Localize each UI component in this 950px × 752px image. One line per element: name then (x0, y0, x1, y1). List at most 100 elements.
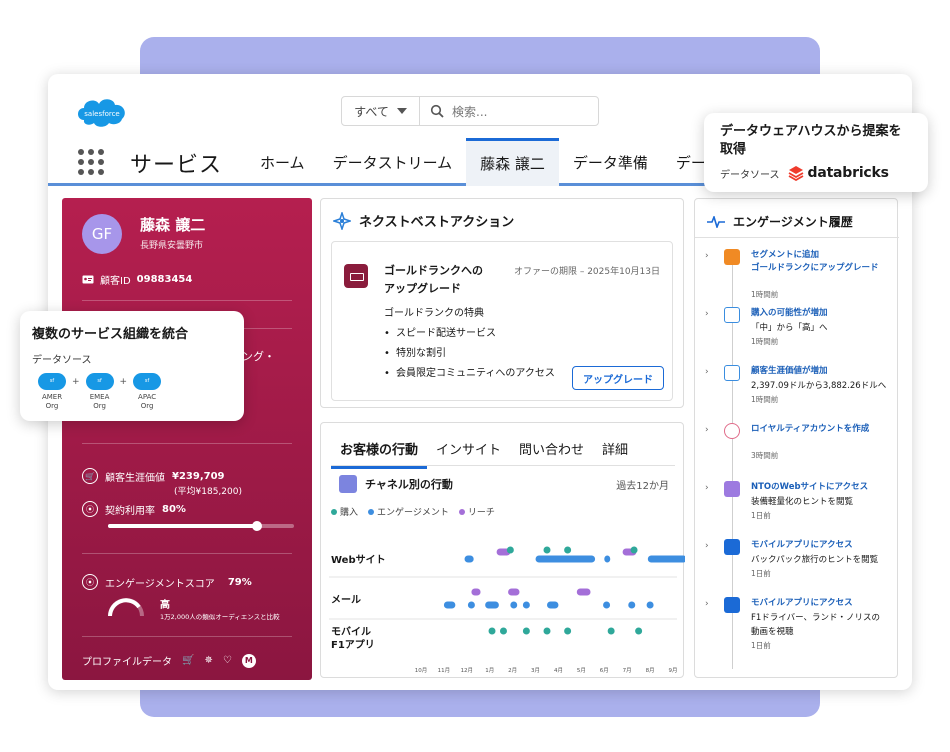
chevron-right-icon[interactable]: › (705, 483, 709, 493)
profile-card: GF 藤森 譲二 長野県安曇野市 顧客ID 09883454 ング・ 🛒 顧客生… (62, 198, 312, 680)
chevron-down-icon (396, 108, 407, 114)
mulesoft-icon[interactable]: M (241, 653, 256, 668)
divider (82, 553, 292, 554)
row-label: Webサイト (331, 554, 386, 566)
score-gauge (108, 598, 144, 617)
chevron-right-icon[interactable]: › (705, 251, 709, 261)
timeline-detail: バックパック旅行のヒントを閲覧 (751, 555, 879, 565)
timeline-detail: 2,397.09ドルから3,882.26ドルへ (751, 381, 887, 391)
tab-customer-behavior[interactable]: お客様の行動 (331, 433, 428, 469)
event-point (607, 627, 615, 635)
data-warehouse-callout: データウェアハウスから提案を 取得 データソース databricks (704, 113, 928, 192)
customer-behavior-card: お客様の行動 インサイト 問い合わせ 詳細 チャネル別の行動 過去12か月 購入… (320, 422, 685, 678)
web-icon (724, 481, 740, 497)
divider (331, 465, 675, 466)
customer-id-value: 09883454 (136, 274, 193, 285)
tab-data-prep[interactable]: データ準備 (559, 138, 662, 186)
tab-data-streams[interactable]: データストリーム (319, 138, 467, 186)
plus-icon: + (72, 377, 80, 387)
tab-details[interactable]: 詳細 (593, 433, 637, 469)
cart-icon[interactable]: 🛒 (182, 655, 194, 666)
x-tick-label: 4月 (554, 667, 563, 674)
plus-icon: + (119, 377, 128, 387)
channel-chart-header: チャネル別の行動 (339, 475, 453, 493)
event-point (543, 627, 551, 635)
engagement-title: エンゲージメント履歴 (733, 215, 853, 229)
event-point (635, 627, 643, 635)
tab-home[interactable]: ホーム (246, 138, 319, 186)
event-point (564, 546, 572, 554)
callout-title-line-2: 取得 (720, 142, 747, 157)
timeline-timestamp: 1時間前 (751, 290, 779, 299)
usage-progress-bar (108, 521, 294, 531)
timeline-title: 購入の可能性が増加 (751, 308, 828, 318)
x-tick-label: 9月 (669, 667, 678, 674)
settings-icon[interactable]: ✵ (204, 655, 212, 666)
einstein-ai-icon (333, 211, 351, 230)
chevron-right-icon[interactable]: › (705, 309, 709, 319)
search-scope-select[interactable]: すべて (342, 97, 420, 125)
tab-insights[interactable]: インサイト (427, 433, 510, 469)
range-bar (547, 601, 559, 609)
search-input[interactable]: 検索... (420, 103, 487, 120)
callout-source: データソース databricks (720, 165, 889, 181)
tab-inquiries[interactable]: 問い合わせ (510, 433, 593, 469)
id-card-icon (82, 275, 94, 284)
mobile-icon (724, 539, 740, 555)
timeline-timestamp: 1日前 (751, 569, 771, 578)
segment-icon (724, 249, 740, 265)
callout-title-line-1: データウェアハウスから提案を (720, 124, 902, 139)
timeline-title: 顧客生涯価値が増加 (751, 366, 828, 376)
timeline-timestamp: 3時間前 (751, 451, 779, 460)
channel-icon (339, 475, 357, 493)
timeline-timestamp: 1日前 (751, 641, 771, 650)
salesforce-cloud-icon: sf (133, 373, 162, 390)
chevron-right-icon[interactable]: › (705, 367, 709, 377)
contract-icon: ⦿ (82, 501, 98, 517)
range-bar (647, 555, 685, 563)
range-bar (535, 555, 596, 563)
event-point (499, 627, 507, 635)
upgrade-button[interactable]: アップグレード (572, 366, 664, 390)
range-bar (464, 555, 474, 563)
channel-behavior-chart: Webサイトメールモバイル F1アプリ 10月 11月 12月 1月 2月 3月 4月 5月 6月 7… (329, 546, 685, 674)
legend-item-engagement: エンゲージメント (368, 505, 449, 518)
customer-location: 長野県安曇野市 (140, 241, 204, 251)
offer-title-line-1: ゴールドランクへの (384, 264, 483, 277)
range-bar (604, 555, 611, 563)
org-apac: sf APAC Org (129, 373, 165, 411)
chevron-right-icon[interactable]: › (705, 425, 709, 435)
multi-org-callout: 複数のサービス組織を統合 データソース sf AMER Org + sf EMEA… (20, 311, 244, 421)
x-tick-label: 8月 (646, 667, 655, 674)
chevron-right-icon[interactable]: › (705, 599, 709, 609)
divider (82, 300, 292, 301)
list-item: 特別な割引 (384, 344, 555, 364)
heart-icon[interactable]: ♡ (223, 655, 232, 666)
salesforce-cloud-icon: sf (38, 373, 66, 390)
app-launcher-icon[interactable] (78, 149, 104, 175)
x-tick-label: 10月 (415, 667, 428, 674)
data-source-label: データソース (32, 355, 92, 366)
x-tick-label: 1月 (485, 667, 494, 674)
chart-legend: 購入 エンゲージメント リーチ (331, 505, 495, 518)
usage-progress-knob (251, 521, 262, 531)
timeline-title: セグメントに追加 ゴールドランクにアップグレード (751, 250, 879, 273)
tab-customer-record[interactable]: 藤森 譲二 (466, 138, 559, 186)
usage-value: 80% (162, 503, 186, 515)
next-best-action-card: ネクストベストアクション ゴールドランクへの アップグレード オファーの期限 –… (320, 198, 684, 408)
timeline-title: モバイルアプリにアクセス (751, 598, 853, 608)
timeline-detail: 動画を視聴 (751, 627, 794, 637)
offer-title: ゴールドランクへの アップグレード (384, 262, 483, 298)
offer-title-line-2: アップグレード (384, 282, 461, 295)
callout-title: 複数のサービス組織を統合 (32, 327, 189, 342)
list-item: 会員限定コミュニティへのアクセス (384, 364, 555, 384)
app-name: サービス (130, 153, 223, 178)
org-list: sf AMER Org + sf EMEA Org + sf APAC Org (34, 373, 165, 411)
global-search: すべて 検索... (341, 96, 599, 126)
timeline-title: NTOのWebサイトにアクセス (751, 482, 869, 492)
ltv-value: ¥239,709 (172, 470, 225, 482)
search-scope-label: すべて (354, 104, 389, 119)
benefits-title: ゴールドランクの特典 (384, 308, 484, 319)
chevron-right-icon[interactable]: › (705, 541, 709, 551)
behavior-tabs: お客様の行動 インサイト 問い合わせ 詳細 (331, 433, 637, 469)
